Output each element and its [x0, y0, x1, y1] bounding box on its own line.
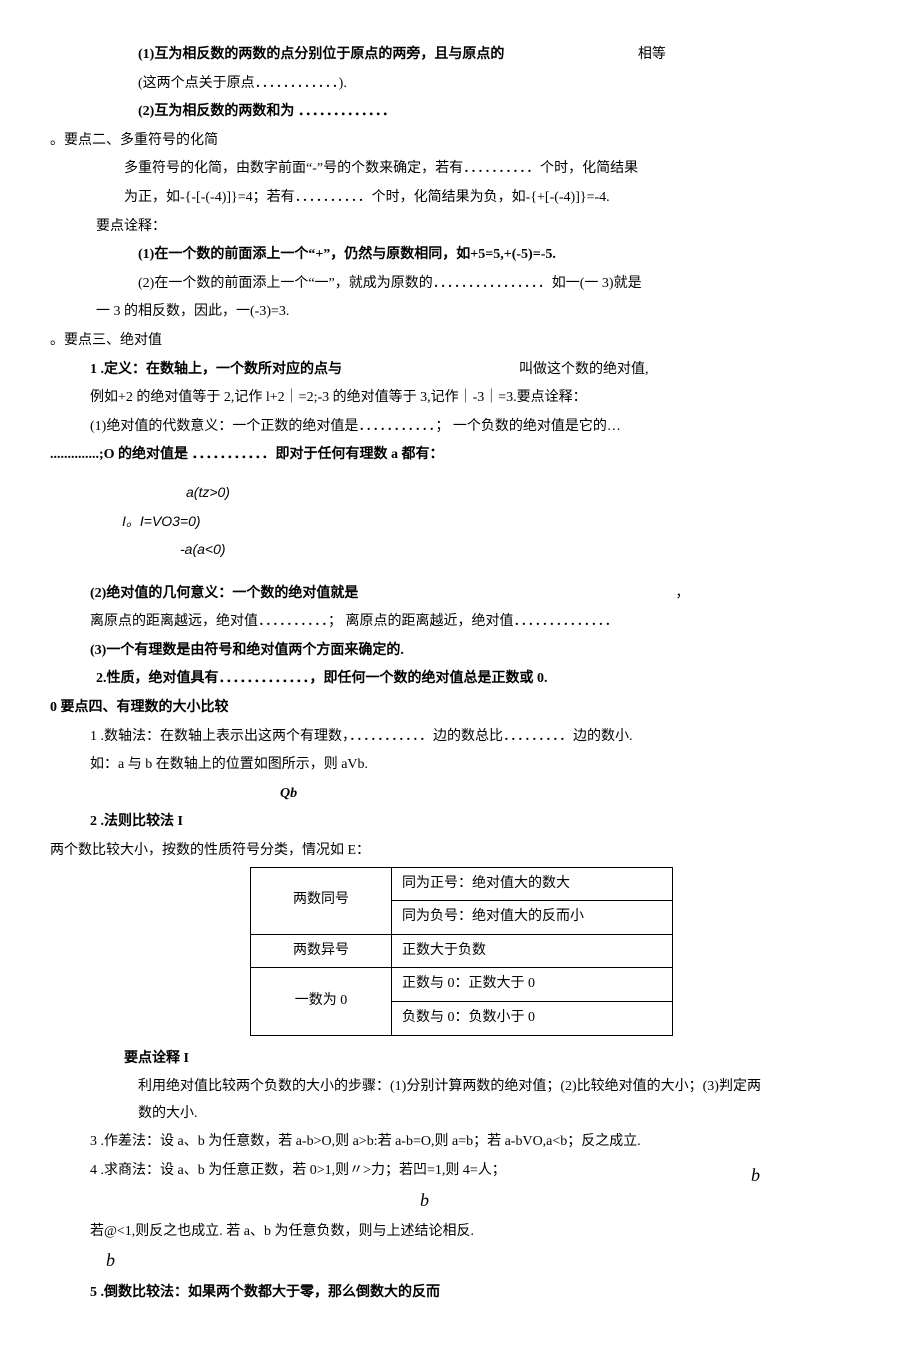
cell-one-zero: 一数为 0 [251, 968, 392, 1035]
text: (1)互为相反数的两数的点分别位于原点的两旁，且与原点的 [138, 47, 504, 62]
text-right: 叫做这个数的绝对值, [519, 362, 649, 377]
piecewise-formula: a(tz>0) I。I=VO3=0) -a(a<0) [122, 479, 770, 563]
points-note-heading-2: 要点诠释 I [50, 1046, 770, 1073]
text-left: (2)绝对值的几何意义：一个数的绝对值就是 [90, 586, 358, 601]
text: 为正，如-{-[-(-4)]}=4；若有．．．．．．．．．．个时，化简结果为负，… [124, 190, 610, 205]
sign-simplify-2: 为正，如-{-[-(-4)]}=4；若有．．．．．．．．．．个时，化简结果为负，… [50, 185, 770, 212]
method-diff: 3 .作差法：设 a、b 为任意数，若 a-b>O,则 a>b:若 a-b=O,… [50, 1129, 770, 1156]
abs-alg-2: ..............;O 的绝对值是 ．．．．．．．．．．．即对于任何有… [50, 442, 770, 469]
table-row: 两数异号 正数大于负数 [251, 934, 673, 968]
note-2-1: (1)在一个数的前面添上一个“+”，仍然与原数相同，如+5=5,+(-5)=-5… [50, 242, 770, 269]
abs-geo-2: 离原点的距离越远，绝对值．．．．．．．．．．； 离原点的距离越近，绝对值．．．．… [50, 609, 770, 636]
text: (2)在一个数的前面添上一个“一”，就成为原数的．．．．．．．．．．．．．．．．… [138, 276, 642, 291]
compare-axis-ex: 如：a 与 b 在数轴上的位置如图所示，则 aVb. [50, 752, 770, 779]
text: 4 .求商法：设 a、b 为任意正数，若 0>1,则〃>力；若凹=1,则 4=人… [90, 1163, 506, 1178]
method-quotient-2: 若@<1,则反之也成立. 若 a、b 为任意负数，则与上述结论相反. [50, 1219, 770, 1246]
abs-note-3: (3)一个有理数是由符号和绝对值两个方面来确定的. [50, 638, 770, 665]
table-row: 一数为 0 正数与 0：正数大于 0 [251, 968, 673, 1002]
method-reciprocal: 5 .倒数比较法：如果两个数都大于零，那么倒数大的反而 [50, 1280, 770, 1307]
comma: ， [675, 586, 689, 601]
formula-row-2: I。I=VO3=0) [122, 508, 770, 535]
text: 两个数比较大小，按数的性质符号分类，情况如 E： [50, 843, 370, 858]
qb-label: QQbb [50, 781, 770, 808]
var-b-under-2: b [50, 1243, 770, 1277]
formula-row-1: a(tz>0) [122, 479, 770, 506]
abs-compare-steps: 利用绝对值比较两个负数的大小的步骤：(1)分别计算两数的绝对值；(2)比较绝对值… [50, 1074, 770, 1127]
cell-pos-zero: 正数与 0：正数大于 0 [392, 968, 673, 1002]
note-2-2b: 一 3 的相反数，因此，一(-3)=3. [50, 299, 770, 326]
var-b-right: b [751, 1158, 760, 1192]
point-1-2: (2)互为相反数的两数和为 ．．．．．．．．．．．．． [50, 99, 770, 126]
heading-3: 。要点三、绝对值 [50, 328, 770, 355]
text: 1 .数轴法：在数轴上表示出这两个有理数，．．．．．．．．．．．边的数总比．．．… [90, 729, 633, 744]
comparison-table: 两数同号 同为正号：绝对值大的数大 同为负号：绝对值大的反而小 两数异号 正数大… [250, 867, 673, 1036]
cell-both-pos: 同为正号：绝对值大的数大 [392, 867, 673, 901]
abs-example: 例如+2 的绝对值等于 2,记作 l+2｜=2;-3 的绝对值等于 3,记作｜-… [50, 385, 770, 412]
text-left: 1 .定义：在数轴上，一个数所对应的点与 [90, 362, 342, 377]
heading-2: 。要点二、多重符号的化简 [50, 128, 770, 155]
compare-axis: 1 .数轴法：在数轴上表示出这两个有理数，．．．．．．．．．．．边的数总比．．．… [50, 724, 770, 751]
abs-def: 1 .定义：在数轴上，一个数所对应的点与 叫做这个数的绝对值, [50, 357, 770, 384]
cell-same-sign: 两数同号 [251, 867, 392, 934]
compare-rule-heading: 2 .法则比较法 I [50, 809, 770, 836]
point-1-1-note: (这两个点关于原点．．．．．．．．．．．．). [50, 71, 770, 98]
table-row: 两数同号 同为正号：绝对值大的数大 [251, 867, 673, 901]
text: 一 3 的相反数，因此，一(-3)=3. [96, 304, 289, 319]
text: 若@<1,则反之也成立. 若 a、b 为任意负数，则与上述结论相反. [90, 1224, 474, 1239]
cell-diff-sign: 两数异号 [251, 934, 392, 968]
var-b-under: b [50, 1183, 770, 1217]
note-2-2: (2)在一个数的前面添上一个“一”，就成为原数的．．．．．．．．．．．．．．．．… [50, 271, 770, 298]
cell-neg-zero: 负数与 0：负数小于 0 [392, 1002, 673, 1036]
text: (2)互为相反数的两数和为 ．．．．．．．．．．．．． [138, 104, 396, 119]
compare-rule-intro: 两个数比较大小，按数的性质符号分类，情况如 E： [50, 838, 770, 865]
text: (1)绝对值的代数意义：一个正数的绝对值是．．．．．．．．．．．； 一个负数的绝… [90, 419, 621, 434]
heading-4: 0 要点四、有理数的大小比较 [50, 695, 770, 722]
cell-pos-gt-neg: 正数大于负数 [392, 934, 673, 968]
cell-both-neg: 同为负号：绝对值大的反而小 [392, 901, 673, 935]
point-1-1: (1)互为相反数的两数的点分别位于原点的两旁，且与原点的 相等 [50, 42, 770, 69]
sign-simplify-1: 多重符号的化简，由数字前面“-”号的个数来确定，若有．．．．．．．．．．个时，化… [50, 156, 770, 183]
formula-row-3: -a(a<0) [122, 536, 770, 563]
method-quotient: 4 .求商法：设 a、b 为任意正数，若 0>1,则〃>力；若凹=1,则 4=人… [50, 1158, 770, 1185]
text: 例如+2 的绝对值等于 2,记作 l+2｜=2;-3 的绝对值等于 3,记作｜-… [90, 390, 587, 405]
abs-alg-1: (1)绝对值的代数意义：一个正数的绝对值是．．．．．．．．．．．； 一个负数的绝… [50, 414, 770, 441]
abs-prop: 2.性质，绝对值具有．．．．．．．．．．．．．，即任何一个数的绝对值总是正数或 … [50, 666, 770, 693]
blank-answer: 相等 [638, 42, 666, 69]
abs-geo: (2)绝对值的几何意义：一个数的绝对值就是 ， [50, 581, 770, 608]
text: 利用绝对值比较两个负数的大小的步骤：(1)分别计算两数的绝对值；(2)比较绝对值… [138, 1079, 761, 1121]
text: 如：a 与 b 在数轴上的位置如图所示，则 aVb. [90, 757, 368, 772]
text: 3 .作差法：设 a、b 为任意数，若 a-b>O,则 a>b:若 a-b=O,… [90, 1134, 641, 1149]
points-note-heading: 要点诠释： [50, 214, 770, 241]
